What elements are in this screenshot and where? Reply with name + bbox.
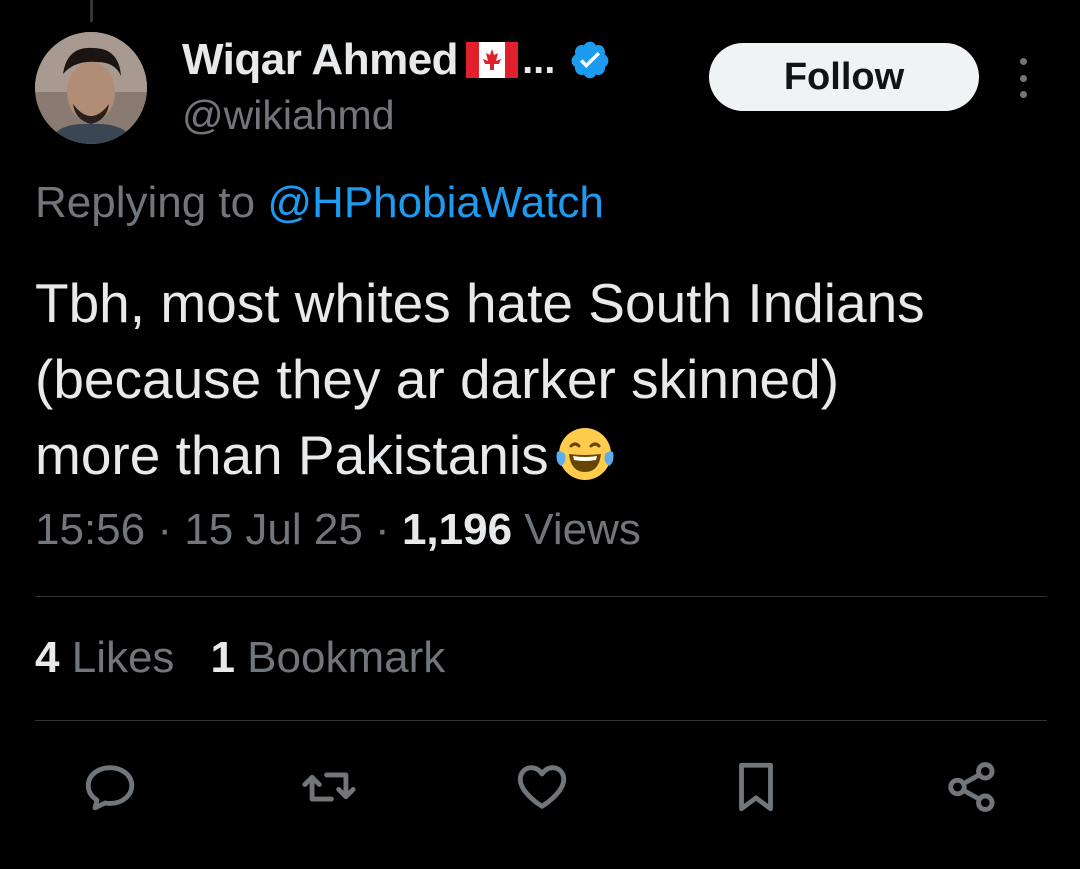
replying-to: Replying to @HPhobiaWatch [35,178,604,228]
share-icon[interactable] [940,755,1004,819]
meta-separator: · [375,505,390,554]
views-count: 1,196 [401,505,513,554]
author-display-name[interactable]: Wiqar Ahmed [182,35,459,85]
canada-flag-icon [466,42,519,78]
views-label: Views [524,505,641,554]
tweet-date[interactable]: 15 Jul 25 [184,505,363,554]
follow-button[interactable]: Follow [709,43,979,111]
more-options-icon[interactable] [1010,58,1036,98]
name-truncation: ... [522,37,556,82]
action-bar [0,755,1080,825]
engagement-stats: 4 Likes 1 Bookmark [35,633,445,683]
tweet-meta: 15:56 · 15 Jul 25 · 1,196 Views [35,505,641,555]
author-name-row[interactable]: Wiqar Ahmed ... [182,30,611,90]
avatar[interactable] [35,32,147,144]
reply-icon[interactable] [78,755,142,819]
verified-badge-icon[interactable] [569,39,611,81]
reply-prefix: Replying to [35,178,256,227]
tweet-body: Tbh, most whites hate South Indians (bec… [35,272,925,486]
bookmark-icon[interactable] [724,755,788,819]
tweet-detail: Wiqar Ahmed ... @wikiahmd Follow Replyin… [0,0,1080,869]
likes-stat[interactable]: 4 Likes [35,633,174,683]
retweet-icon[interactable] [297,755,361,819]
bookmarks-count: 1 [210,633,235,682]
likes-label: Likes [71,633,175,682]
meta-separator: · [157,505,172,554]
bookmarks-stat[interactable]: 1 Bookmark [210,633,445,683]
tweet-text: Tbh, most whites hate South Indians (bec… [35,265,1045,493]
thread-connector-line [90,0,93,22]
author-handle[interactable]: @wikiahmd [182,92,395,139]
bookmarks-label: Bookmark [247,633,446,682]
face-with-tears-of-joy-icon [556,428,614,480]
heart-icon[interactable] [510,755,574,819]
divider [35,596,1047,597]
divider [35,720,1047,721]
likes-count: 4 [35,633,60,682]
reply-mention-link[interactable]: @HPhobiaWatch [267,178,604,227]
tweet-time[interactable]: 15:56 [35,505,145,554]
